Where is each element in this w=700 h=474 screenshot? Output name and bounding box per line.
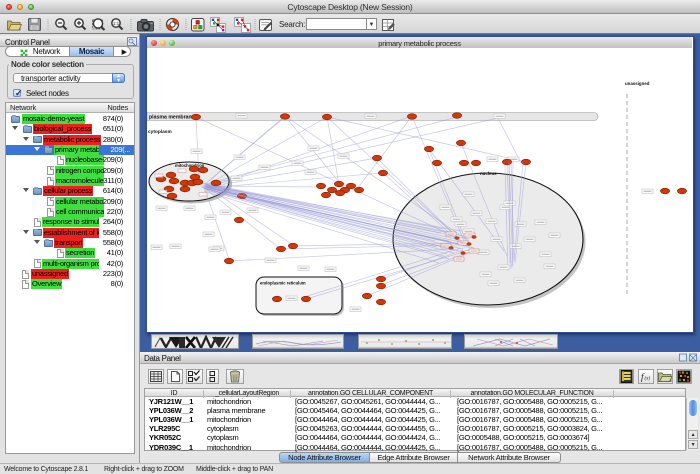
svg-text:nucleus: nucleus bbox=[480, 171, 497, 176]
svg-text:(x): (x) bbox=[645, 377, 651, 382]
svg-text:1:1: 1:1 bbox=[113, 21, 120, 26]
svg-text:endoplasmic reticulum: endoplasmic reticulum bbox=[260, 281, 306, 286]
svg-text:plasma membrane: plasma membrane bbox=[149, 115, 195, 121]
svg-text:unassigned: unassigned bbox=[625, 81, 650, 86]
svg-text:cytoplasm: cytoplasm bbox=[148, 129, 172, 135]
